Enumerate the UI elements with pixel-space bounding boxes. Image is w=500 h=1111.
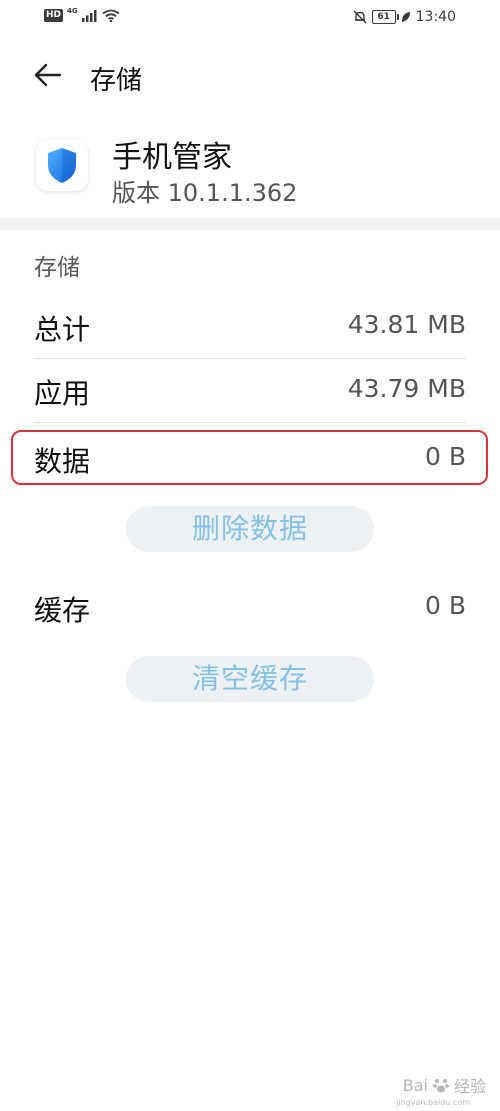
- watermark: Bai 经验: [403, 1073, 486, 1097]
- battery-icon: 61: [371, 10, 399, 24]
- back-button[interactable]: [30, 58, 64, 92]
- highlight-box: [11, 430, 488, 485]
- watermark-url: jingyan.baidu.com: [396, 1098, 470, 1107]
- header-bar: 存储: [0, 48, 500, 104]
- back-arrow-icon: [34, 63, 62, 87]
- row-label: 总计: [34, 313, 91, 346]
- mute-bell-icon: [353, 10, 367, 24]
- app-version: 版本 10.1.1.362: [112, 179, 298, 207]
- row-value: 43.79 MB: [347, 374, 466, 403]
- row-label: 缓存: [34, 594, 91, 627]
- row-value: 0 B: [424, 591, 466, 620]
- row-cache: 缓存 0 B: [34, 575, 466, 639]
- clear-cache-button[interactable]: 清空缓存: [126, 656, 374, 702]
- hd-badge: HD: [44, 9, 64, 22]
- watermark-brand: Bai: [402, 1075, 428, 1095]
- section-label: 存储: [34, 255, 80, 281]
- row-app: 应用 43.79 MB: [34, 358, 466, 423]
- app-name: 手机管家: [112, 140, 232, 175]
- watermark-brand-2: 经验: [453, 1077, 486, 1096]
- row-total: 总计 43.81 MB: [34, 294, 466, 359]
- shield-icon: [48, 148, 76, 183]
- status-right: 61 13:40: [353, 9, 456, 25]
- status-bar: HD 4G 61 13:40: [0, 0, 500, 36]
- page-title: 存储: [90, 66, 143, 96]
- row-value: 43.81 MB: [347, 310, 466, 339]
- wifi-icon: [102, 9, 120, 22]
- delete-data-button[interactable]: 删除数据: [126, 506, 374, 552]
- app-icon: [36, 139, 88, 191]
- row-label: 应用: [34, 377, 91, 410]
- network-type: 4G: [67, 6, 78, 15]
- leaf-icon: [401, 12, 410, 22]
- status-left: HD 4G: [44, 6, 120, 22]
- signal-icon: [81, 9, 97, 22]
- section-divider: [0, 218, 500, 230]
- clock: 13:40: [415, 9, 456, 25]
- paw-icon: [433, 1079, 449, 1093]
